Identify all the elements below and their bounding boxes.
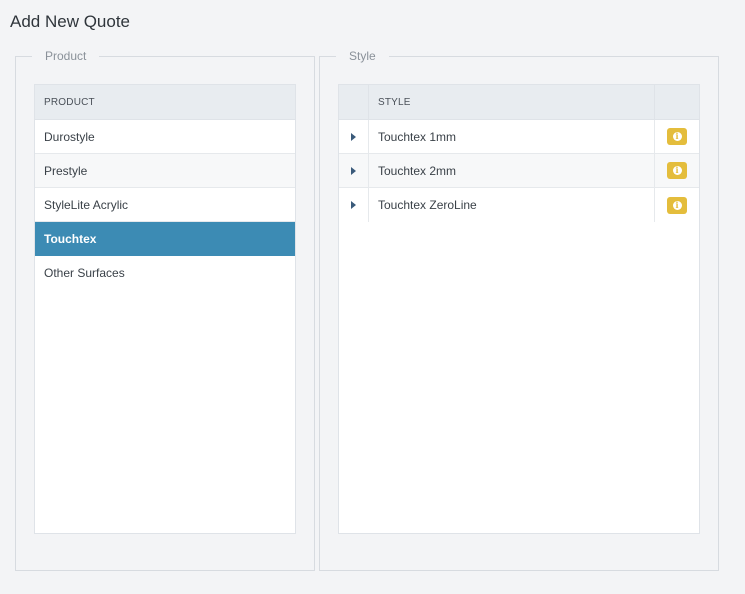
info-button[interactable]: i: [667, 162, 687, 179]
info-cell: i: [654, 154, 699, 187]
style-legend: Style: [349, 49, 376, 63]
info-cell: i: [654, 188, 699, 222]
caret-right-icon: [351, 166, 356, 175]
style-row-label: Touchtex 1mm: [378, 129, 457, 144]
expand-toggle[interactable]: [339, 188, 369, 222]
info-icon: i: [672, 132, 682, 141]
style-row[interactable]: Touchtex 1mm i: [339, 120, 699, 154]
product-row-label: Durostyle: [44, 129, 95, 144]
style-row[interactable]: Touchtex 2mm i: [339, 154, 699, 188]
info-column-header: [654, 85, 699, 119]
product-grid-header: PRODUCT: [35, 85, 295, 120]
caret-right-icon: [351, 132, 356, 141]
product-grid: PRODUCT Durostyle Prestyle StyleLite Acr…: [34, 84, 296, 534]
style-row-label: Touchtex ZeroLine: [378, 198, 477, 212]
product-row-selected[interactable]: Touchtex: [35, 222, 295, 256]
product-row-label: Touchtex: [44, 231, 97, 246]
product-row-label: Prestyle: [44, 163, 88, 178]
product-row[interactable]: Prestyle: [35, 154, 295, 188]
style-grid: STYLE Touchtex 1mm i Touchtex 2mm i Touc…: [338, 84, 700, 534]
info-icon: i: [672, 200, 682, 210]
info-icon: i: [672, 166, 682, 175]
product-row[interactable]: Durostyle: [35, 120, 295, 154]
info-button[interactable]: i: [667, 196, 687, 214]
style-column-header[interactable]: STYLE: [369, 85, 654, 119]
expand-toggle[interactable]: [339, 120, 369, 153]
product-row-label: StyleLite Acrylic: [44, 197, 129, 212]
product-row[interactable]: Other Surfaces: [35, 256, 295, 290]
style-row-label: Touchtex 2mm: [378, 163, 457, 178]
page-title: Add New Quote: [10, 12, 131, 31]
product-legend: Product: [45, 49, 87, 63]
expand-toggle[interactable]: [339, 154, 369, 187]
caret-right-icon: [351, 201, 356, 209]
info-cell: i: [654, 120, 699, 153]
product-row[interactable]: StyleLite Acrylic: [35, 188, 295, 222]
style-row[interactable]: Touchtex ZeroLine i: [339, 188, 699, 222]
info-button[interactable]: i: [667, 128, 687, 145]
style-grid-header: STYLE: [339, 85, 699, 120]
product-column-header[interactable]: PRODUCT: [35, 97, 95, 108]
product-row-label: Other Surfaces: [44, 266, 125, 280]
expand-column-header: [339, 85, 369, 119]
